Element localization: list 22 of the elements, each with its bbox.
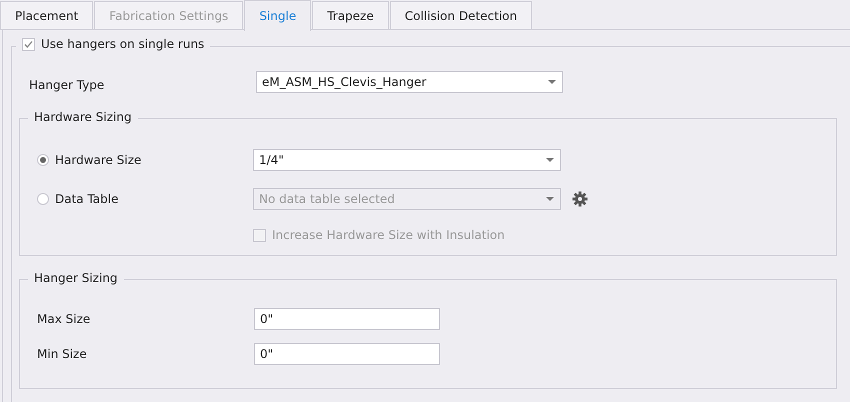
radio-label: Hardware Size — [55, 152, 142, 166]
radio-label: Data Table — [55, 192, 118, 206]
caret-icon — [548, 80, 556, 84]
caret-icon — [546, 158, 554, 162]
tab[interactable]: Placement — [0, 1, 94, 30]
caret-icon — [546, 196, 554, 200]
dropdown[interactable]: 1/4" — [253, 148, 561, 170]
input-field[interactable]: 0" — [254, 308, 440, 330]
group-title: Hardware Sizing — [28, 110, 138, 124]
checkbox[interactable] — [22, 38, 35, 50]
input-field[interactable]: 0" — [254, 342, 440, 364]
checkbox-label: Increase Hardware Size with Insulation — [272, 228, 505, 242]
tab[interactable]: Single — [244, 0, 312, 31]
group-title: Hanger Sizing — [28, 271, 124, 285]
radio-button[interactable] — [37, 154, 49, 166]
dropdown[interactable]: eM_ASM_HS_Clevis_Hanger — [256, 70, 563, 92]
tab[interactable]: Collision Detection — [390, 1, 532, 30]
field-label: Max Size — [37, 312, 92, 326]
field-label: Hanger Type — [29, 78, 106, 92]
tab[interactable]: Trapeze — [312, 1, 389, 30]
checkbox-label: Use hangers on single runs — [41, 37, 204, 51]
field-label: Min Size — [37, 346, 88, 360]
